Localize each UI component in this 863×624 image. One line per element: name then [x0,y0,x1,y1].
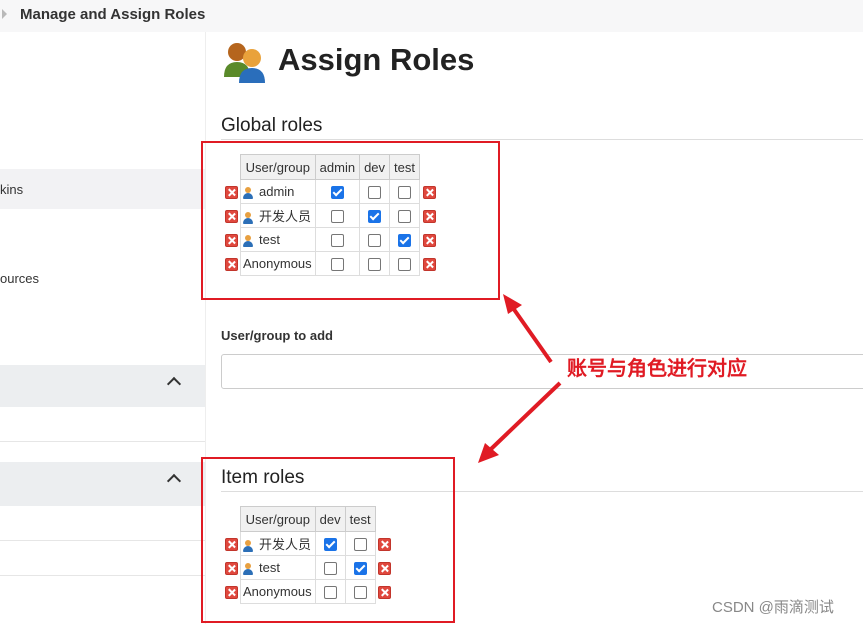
divider [221,139,863,140]
breadcrumb-bar: Manage and Assign Roles [0,0,863,32]
sidebar-item-label: kins [0,182,24,197]
chevron-up-icon[interactable] [166,376,182,392]
sidebar-item-resources[interactable]: ources [0,262,205,292]
sidebar-item-label: ources [0,271,40,286]
divider [0,441,205,442]
annotation-text: 账号与角色进行对应 [567,358,747,380]
add-user-input[interactable] [221,354,863,389]
add-user-label: User/group to add [221,328,333,343]
page-title: Assign Roles [278,42,475,77]
sidebar-section-1[interactable] [0,365,205,407]
sidebar: kins ources [0,32,206,624]
annotation-box-global [201,141,500,300]
arrowhead-down [478,443,499,463]
breadcrumb-current[interactable]: Manage and Assign Roles [20,6,205,23]
global-roles-title: Global roles [221,115,323,136]
users-icon [224,43,265,83]
chevron-right-icon [2,9,7,19]
watermark: CSDN @雨滴测试 [712,599,834,616]
divider [0,540,205,541]
annotation-box-item [201,457,455,623]
divider [0,575,205,576]
arrowhead-up [503,294,522,314]
sidebar-section-2[interactable] [0,462,205,506]
sidebar-item-jenkins[interactable]: kins [0,169,205,209]
arrow-down [488,381,562,452]
chevron-up-icon[interactable] [166,473,182,489]
